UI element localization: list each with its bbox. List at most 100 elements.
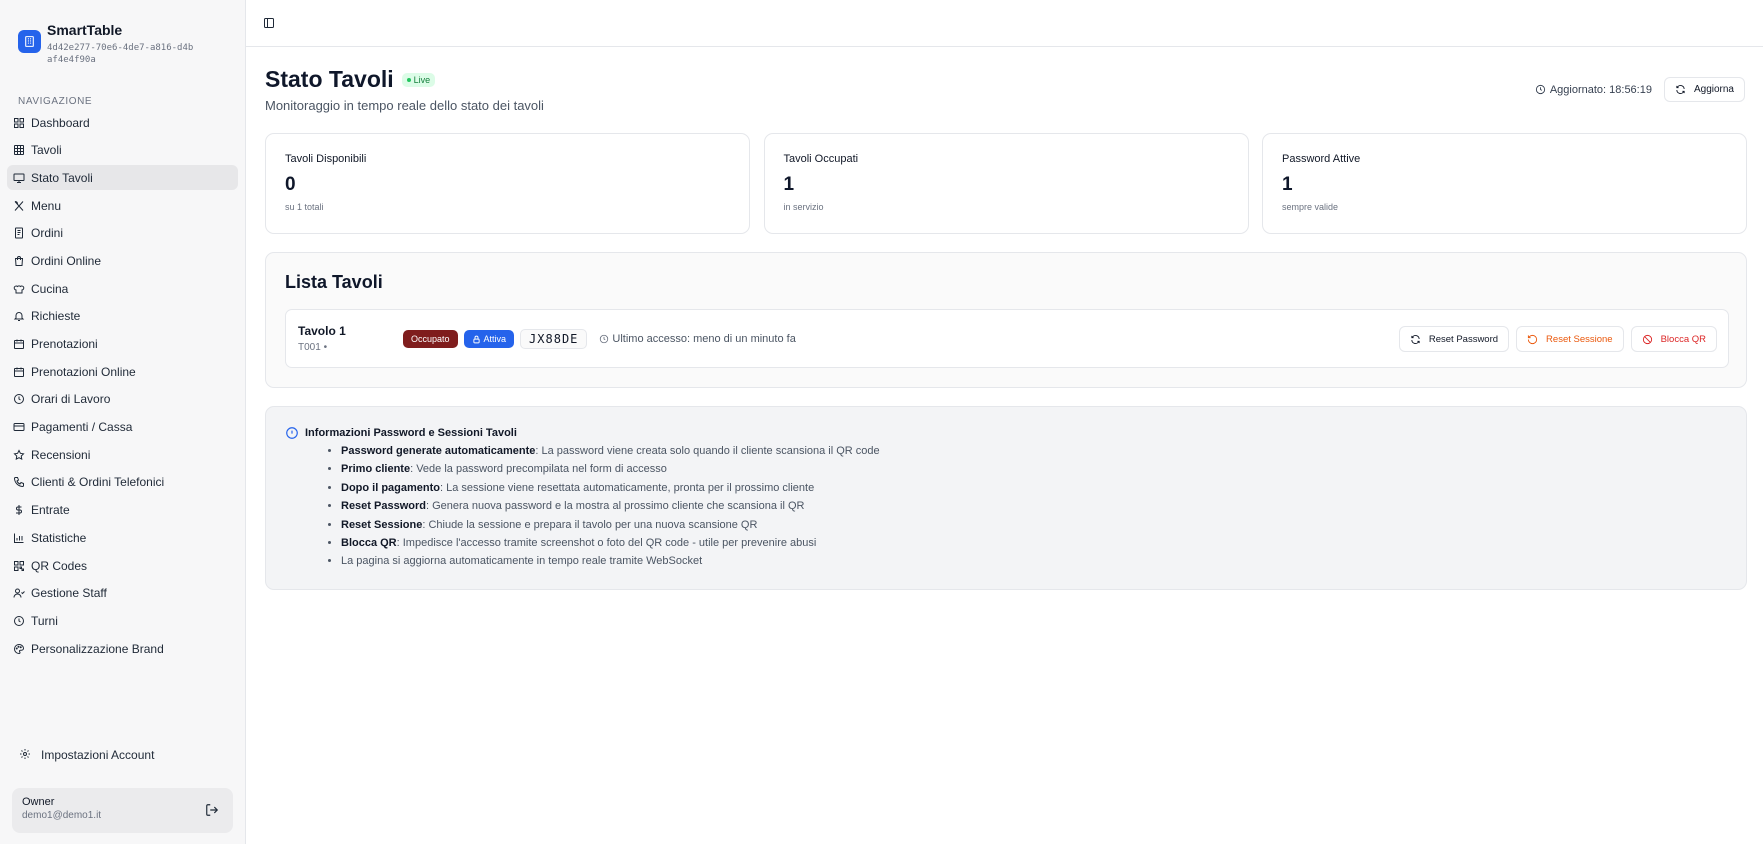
sidebar-item-ordini-online[interactable]: Ordini Online xyxy=(7,248,238,273)
sidebar-item-prenotazioni[interactable]: Prenotazioni xyxy=(7,332,238,357)
sidebar-item-cucina[interactable]: Cucina xyxy=(7,276,238,301)
monitor-icon xyxy=(13,172,25,184)
sidebar-item-label: Turni xyxy=(31,613,58,628)
rotate-ccw-icon xyxy=(1527,334,1538,344)
page-subtitle: Monitoraggio in tempo reale dello stato … xyxy=(265,98,544,113)
list-item: Blocca QR: Impedisce l'accesso tramite s… xyxy=(341,534,1727,552)
page-title: Stato Tavoli xyxy=(265,66,394,92)
logout-icon[interactable] xyxy=(205,803,219,817)
bar-chart-icon xyxy=(13,532,25,544)
lock-icon xyxy=(472,335,480,343)
stats-row: Tavoli Disponibili 0 su 1 totali Tavoli … xyxy=(265,133,1747,234)
table-password: JX88DE xyxy=(520,329,588,349)
topbar xyxy=(246,0,1763,47)
info-item-text: La pagina si aggiorna automaticamente in… xyxy=(341,555,703,568)
info-item-bold: Dopo il pagamento xyxy=(341,481,440,494)
sidebar-item-recensioni[interactable]: Recensioni xyxy=(7,442,238,467)
sidebar-item-label: Tavoli xyxy=(31,143,62,158)
reset-session-button[interactable]: Reset Sessione xyxy=(1516,326,1624,352)
list-item: Reset Password: Genera nuova password e … xyxy=(341,497,1727,515)
sidebar-item-pagamenti-cassa[interactable]: Pagamenti / Cassa xyxy=(7,415,238,440)
list-item: La pagina si aggiorna automaticamente in… xyxy=(341,552,1727,570)
stat-card-available: Tavoli Disponibili 0 su 1 totali xyxy=(265,133,750,234)
sidebar-item-label: Personalizzazione Brand xyxy=(31,641,164,656)
sidebar-item-gestione-staff[interactable]: Gestione Staff xyxy=(7,581,238,606)
info-item-text: : Genera nuova password e la mostra al p… xyxy=(425,500,805,513)
sidebar-item-label: Richieste xyxy=(31,309,81,324)
user-card: Owner demo1@demo1.it xyxy=(12,788,233,833)
password-status-badge: Attiva xyxy=(463,330,515,348)
live-dot-icon xyxy=(406,77,411,82)
password-status-label: Attiva xyxy=(483,334,507,344)
palette-icon xyxy=(13,643,25,655)
main-content: Stato Tavoli Live Monitoraggio in tempo … xyxy=(246,0,1763,844)
clock-icon xyxy=(600,334,609,344)
brand-id: 4d42e277-70e6-4de7-a816-d4baf4e4f90a xyxy=(47,43,194,65)
sidebar-item-label: Ordini xyxy=(31,226,64,241)
credit-card-icon xyxy=(13,421,25,433)
header-actions: Aggiornato: 18:56:19 Aggiorna xyxy=(1535,77,1745,102)
status-badge: Occupato xyxy=(403,330,458,348)
clock-icon xyxy=(13,615,25,627)
user-name: Owner xyxy=(22,796,55,808)
stat-card-passwords: Password Attive 1 sempre valide xyxy=(1262,133,1747,234)
row-actions: Reset Password Reset Sessione Blocca QR xyxy=(1392,326,1717,352)
bell-icon xyxy=(13,310,25,322)
refresh-button[interactable]: Aggiorna xyxy=(1663,77,1745,102)
block-qr-button[interactable]: Blocca QR xyxy=(1630,326,1717,352)
live-badge: Live xyxy=(401,72,436,87)
sidebar-item-ordini[interactable]: Ordini xyxy=(7,221,238,246)
sidebar-item-label: Stato Tavoli xyxy=(31,170,93,185)
shopping-bag-icon xyxy=(13,255,25,267)
nav-section-title: NAVIGAZIONE xyxy=(18,96,93,107)
stat-value: 1 xyxy=(783,174,795,195)
sidebar-item-label: Entrate xyxy=(31,503,70,518)
sidebar-item-label: Dashboard xyxy=(31,115,90,130)
last-access-text: Ultimo accesso: meno di un minuto fa xyxy=(612,333,796,345)
qr-code-icon xyxy=(13,560,25,572)
sidebar-item-label: Statistiche xyxy=(31,530,87,545)
sidebar-item-entrate[interactable]: Entrate xyxy=(7,498,238,523)
sidebar-item-qr-codes[interactable]: QR Codes xyxy=(7,553,238,578)
sidebar-item-label: QR Codes xyxy=(31,558,88,573)
refresh-icon xyxy=(1411,334,1420,344)
brand-name: SmartTable xyxy=(47,22,123,38)
table-row: Tavolo 1 T001 • Occupato Attiva JX88DE U… xyxy=(285,309,1729,368)
sidebar-item-personalizzazione-brand[interactable]: Personalizzazione Brand xyxy=(7,636,238,661)
sidebar-item-label: Prenotazioni xyxy=(31,337,98,351)
info-list: Password generate automaticamente: La pa… xyxy=(341,442,1727,571)
sidebar-item-clienti-ordini-telefonici[interactable]: Clienti & Ordini Telefonici xyxy=(7,470,238,495)
list-item: Primo cliente: Vede la password precompi… xyxy=(341,460,1727,478)
info-card: Informazioni Password e Sessioni Tavoli … xyxy=(265,406,1747,590)
info-item-text: : Chiude la sessione e prepara il tavolo… xyxy=(422,518,758,531)
sidebar-item-orari-di-lavoro[interactable]: Orari di Lavoro xyxy=(7,387,238,412)
account-settings-link[interactable]: Impostazioni Account xyxy=(19,748,154,762)
sidebar-item-stato-tavoli[interactable]: Stato Tavoli xyxy=(7,165,238,191)
sidebar-item-label: Prenotazioni Online xyxy=(31,364,136,379)
last-updated-text: Aggiornato: 18:56:19 xyxy=(1549,83,1652,96)
sidebar-item-richieste[interactable]: Richieste xyxy=(7,304,238,329)
sidebar-item-label: Menu xyxy=(31,198,62,213)
sidebar-item-menu[interactable]: Menu xyxy=(7,193,238,218)
list-item: Password generate automaticamente: La pa… xyxy=(341,442,1727,460)
sidebar-item-statistiche[interactable]: Statistiche xyxy=(7,525,238,550)
sidebar-item-label: Clienti & Ordini Telefonici xyxy=(31,475,165,490)
table-icon xyxy=(13,144,25,156)
phone-icon xyxy=(13,476,25,488)
info-item-bold: Primo cliente xyxy=(341,463,411,476)
sidebar-item-prenotazioni-online[interactable]: Prenotazioni Online xyxy=(7,359,238,384)
reset-password-button[interactable]: Reset Password xyxy=(1398,326,1510,352)
sidebar-item-tavoli[interactable]: Tavoli xyxy=(7,138,238,163)
sidebar-item-label: Ordini Online xyxy=(31,253,102,268)
last-updated: Aggiornato: 18:56:19 xyxy=(1535,84,1652,96)
refresh-label: Aggiorna xyxy=(1693,84,1734,95)
sidebar-item-dashboard[interactable]: Dashboard xyxy=(7,110,238,135)
stat-sub: sempre valide xyxy=(1282,202,1339,212)
info-item-bold: Blocca QR xyxy=(341,537,397,550)
list-item: Reset Sessione: Chiude la sessione e pre… xyxy=(341,516,1727,534)
sidebar-item-turni[interactable]: Turni xyxy=(7,608,238,633)
utensils-icon xyxy=(13,200,25,212)
tables-list-card: Lista Tavoli Tavolo 1 T001 • Occupato At… xyxy=(265,252,1747,388)
panel-toggle-icon[interactable] xyxy=(263,16,277,30)
stat-value: 1 xyxy=(1282,174,1293,195)
